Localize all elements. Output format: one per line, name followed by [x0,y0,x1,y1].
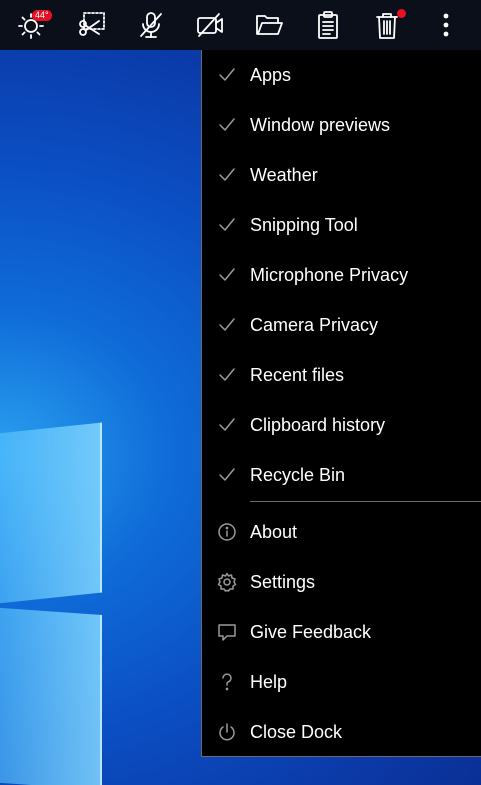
menu-item-weather[interactable]: Weather [202,150,481,200]
checkmark-icon [216,164,238,186]
menu-item-label: Apps [250,64,292,85]
snipping-tool-button[interactable] [62,0,121,50]
clipboard-icon [317,11,338,39]
menu-item-label: About [250,521,298,542]
recycle-bin-button[interactable] [357,0,416,50]
dock-toolbar: 44° [0,0,481,50]
menu-item-give-feedback[interactable]: Give Feedback [202,607,481,657]
camera-off-icon [196,13,223,37]
menu-item-settings[interactable]: Settings [202,557,481,607]
windows-logo-pane-bottom [0,605,102,785]
camera-privacy-button[interactable] [180,0,239,50]
power-icon [216,721,238,743]
menu-item-label: Recent files [250,364,345,385]
menu-item-microphone-privacy[interactable]: Microphone Privacy [202,250,481,300]
checkmark-icon [216,214,238,236]
checkmark-icon [216,114,238,136]
microphone-privacy-button[interactable] [121,0,180,50]
weather-button[interactable]: 44° [0,0,62,50]
menu-item-recent-files[interactable]: Recent files [202,350,481,400]
menu-item-close-dock[interactable]: Close Dock [202,707,481,757]
menu-item-about[interactable]: About [202,507,481,557]
checkmark-icon [216,414,238,436]
checkmark-icon [216,264,238,286]
menu-item-label: Microphone Privacy [250,264,409,285]
windows-logo-pane-top [0,422,102,608]
menu-item-recycle-bin[interactable]: Recycle Bin [202,450,481,500]
menu-item-label: Recycle Bin [250,464,346,485]
menu-item-clipboard-history[interactable]: Clipboard history [202,400,481,450]
checkmark-icon [216,314,238,336]
microphone-off-icon [139,12,162,38]
menu-item-label: Weather [250,164,318,185]
menu-item-window-previews[interactable]: Window previews [202,100,481,150]
menu-item-camera-privacy[interactable]: Camera Privacy [202,300,481,350]
clipboard-history-button[interactable] [298,0,357,50]
menu-item-snipping-tool[interactable]: Snipping Tool [202,200,481,250]
menu-item-label: Clipboard history [250,414,386,435]
folder-icon [255,15,283,35]
feedback-icon [216,621,238,643]
menu-item-label: Help [250,671,288,692]
menu-item-apps[interactable]: Apps [202,50,481,100]
snipping-tool-icon [78,12,105,36]
dock-options-menu: Apps Window previews Weather Snipping To… [201,50,481,757]
menu-item-label: Window previews [250,114,391,135]
checkmark-icon [216,464,238,486]
help-icon [216,671,238,693]
menu-item-label: Give Feedback [250,621,372,642]
checkmark-icon [216,64,238,86]
menu-item-label: Snipping Tool [250,214,358,235]
more-options-icon [443,13,448,37]
temperature-badge: 44° [32,10,52,21]
notification-dot [397,9,406,18]
checkmark-icon [216,364,238,386]
info-icon [216,521,238,543]
menu-separator [250,501,481,502]
menu-item-label: Camera Privacy [250,314,379,335]
menu-item-help[interactable]: Help [202,657,481,707]
more-options-button[interactable] [416,0,475,50]
recent-files-button[interactable] [239,0,298,50]
menu-item-label: Settings [250,571,316,592]
menu-item-label: Close Dock [250,721,343,742]
gear-icon [216,571,238,593]
